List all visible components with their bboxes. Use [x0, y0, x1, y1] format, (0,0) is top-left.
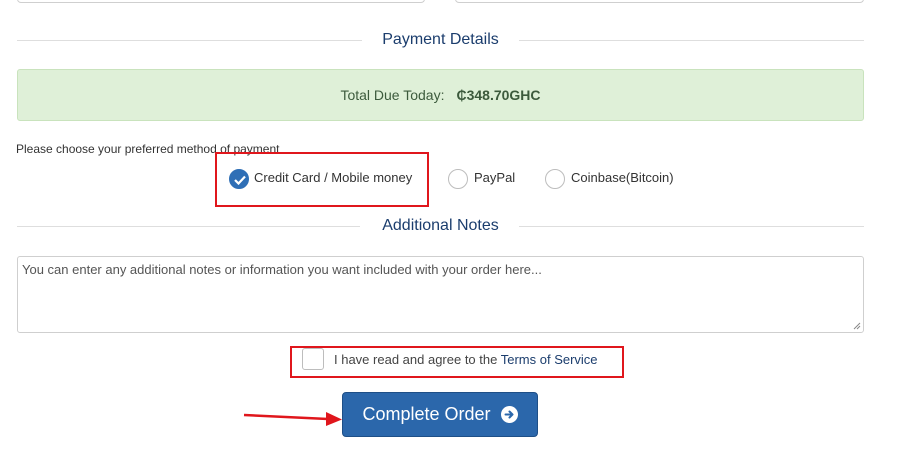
arrow-right-circle-icon: [500, 406, 518, 423]
complete-order-label: Complete Order: [362, 404, 491, 424]
terms-of-service-link[interactable]: Terms of Service: [501, 352, 598, 367]
tos-text: I have read and agree to the: [334, 352, 501, 367]
additional-notes-title: Additional Notes: [382, 217, 499, 234]
resize-grip-icon[interactable]: [853, 322, 861, 330]
total-due-amount: ₵348.70GHC: [456, 87, 541, 103]
additional-notes-header: Additional Notes: [17, 214, 864, 238]
paypal-label[interactable]: PayPal: [474, 170, 515, 185]
payment-details-header: Payment Details: [17, 28, 864, 52]
complete-order-button[interactable]: Complete Order: [342, 392, 538, 437]
previous-field-left[interactable]: [17, 0, 425, 3]
coinbase-label[interactable]: Coinbase(Bitcoin): [571, 170, 674, 185]
radio-credit-card[interactable]: [229, 169, 249, 189]
notes-textarea[interactable]: You can enter any additional notes or in…: [17, 256, 864, 333]
notes-placeholder: You can enter any additional notes or in…: [22, 262, 542, 277]
radio-paypal[interactable]: [448, 169, 468, 189]
previous-field-right[interactable]: [455, 0, 864, 3]
check-icon: [234, 175, 246, 185]
radio-coinbase[interactable]: [545, 169, 565, 189]
tos-label: I have read and agree to the Terms of Se…: [334, 352, 598, 367]
credit-card-label[interactable]: Credit Card / Mobile money: [254, 170, 412, 185]
tos-checkbox[interactable]: [302, 348, 324, 370]
total-due-label: Total Due Today:: [340, 87, 445, 103]
red-arrow-icon: [243, 412, 342, 426]
payment-details-title: Payment Details: [382, 31, 499, 48]
total-due-box: Total Due Today: ₵348.70GHC: [17, 69, 864, 121]
